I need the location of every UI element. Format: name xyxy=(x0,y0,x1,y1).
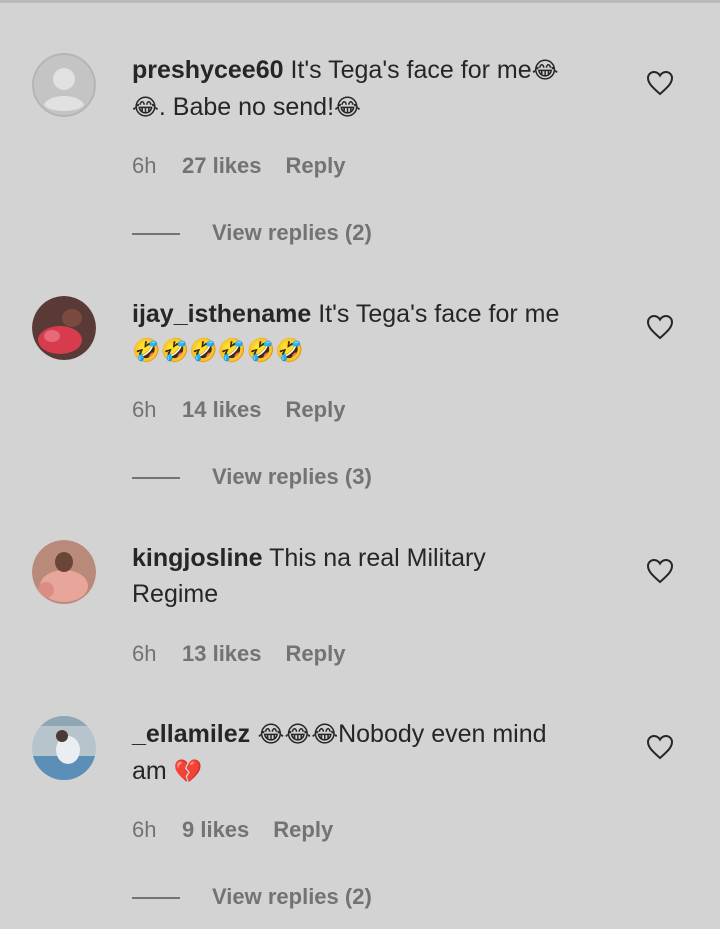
laughing-emoji: 😂😂😂 xyxy=(250,722,339,748)
username[interactable]: preshycee60 xyxy=(132,56,284,84)
reply-button[interactable]: Reply xyxy=(286,153,346,179)
username[interactable]: kingjosline xyxy=(132,544,263,572)
broken-heart-emoji: 💔 xyxy=(173,759,203,785)
heart-icon[interactable] xyxy=(646,558,674,584)
comment-meta: 6h 9 likes Reply xyxy=(132,817,333,843)
laughing-emoji: 😂 xyxy=(132,95,159,121)
comment-text: kingjosline This na real Military Regime xyxy=(132,544,486,608)
likes-count[interactable]: 9 likes xyxy=(182,817,249,843)
profile-photo xyxy=(32,296,96,360)
timestamp: 6h xyxy=(132,397,157,422)
avatar[interactable] xyxy=(32,716,96,780)
heart-icon[interactable] xyxy=(646,314,674,340)
likes-count[interactable]: 13 likes xyxy=(182,641,262,667)
divider-line xyxy=(132,477,180,480)
comment-meta: 6h 14 likes Reply xyxy=(132,397,345,423)
comment-meta: 6h 27 likes Reply xyxy=(132,153,345,179)
laughing-emoji: 😂 xyxy=(334,95,361,121)
profile-photo xyxy=(32,540,96,604)
laughing-emoji: 😂 xyxy=(531,58,559,84)
view-replies-button[interactable]: View replies (3) xyxy=(132,464,372,490)
divider-line xyxy=(132,233,180,236)
profile-photo xyxy=(32,716,96,780)
likes-count[interactable]: 14 likes xyxy=(182,397,262,423)
view-replies-button[interactable]: View replies (2) xyxy=(132,220,372,246)
avatar[interactable] xyxy=(32,53,96,117)
likes-count[interactable]: 27 likes xyxy=(182,153,262,179)
username[interactable]: ijay_isthename xyxy=(132,300,311,328)
avatar[interactable] xyxy=(32,296,96,360)
timestamp: 6h xyxy=(132,817,157,842)
reply-button[interactable]: Reply xyxy=(286,641,346,667)
timestamp: 6h xyxy=(132,153,157,178)
top-divider xyxy=(0,0,720,3)
comment-text: ijay_isthename It's Tega's face for me 🤣… xyxy=(132,300,560,364)
timestamp: 6h xyxy=(132,641,157,666)
reply-button[interactable]: Reply xyxy=(286,397,346,423)
default-avatar-icon xyxy=(32,53,96,117)
comment-text: preshycee60 It's Tega's face for me😂 😂. … xyxy=(132,56,559,121)
heart-icon[interactable] xyxy=(646,734,674,760)
rofl-emoji: 🤣🤣🤣🤣🤣🤣 xyxy=(132,338,304,364)
comment-meta: 6h 13 likes Reply xyxy=(132,641,345,667)
avatar[interactable] xyxy=(32,540,96,604)
view-replies-button[interactable]: View replies (2) xyxy=(132,884,372,910)
username[interactable]: _ellamilez xyxy=(132,720,250,748)
reply-button[interactable]: Reply xyxy=(273,817,333,843)
comment-text: _ellamilez 😂😂😂Nobody even mind am 💔 xyxy=(132,720,547,785)
divider-line xyxy=(132,897,180,900)
heart-icon[interactable] xyxy=(646,70,674,96)
